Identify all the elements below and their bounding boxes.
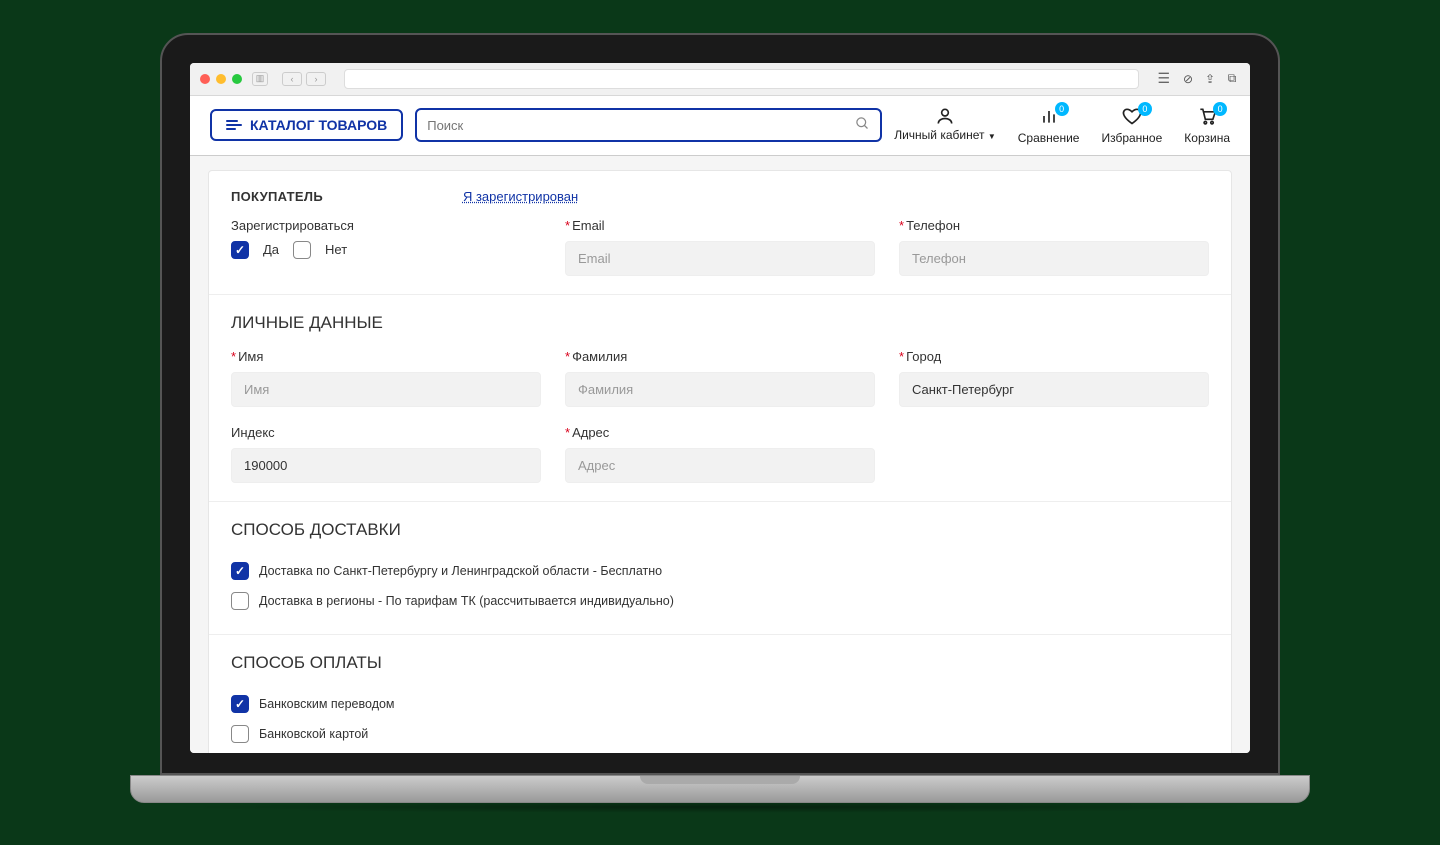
- yes-label: Да: [263, 242, 279, 257]
- favorites-label: Избранное: [1101, 131, 1162, 145]
- compare-label: Сравнение: [1018, 131, 1080, 145]
- cart-label: Корзина: [1184, 131, 1230, 145]
- chrome-right-icons: ⊘ ⇪ ⧉: [1180, 71, 1240, 87]
- register-no-checkbox[interactable]: [293, 241, 311, 259]
- address-label: *Адрес: [565, 425, 875, 440]
- account-link[interactable]: Личный кабинет ▼: [894, 106, 996, 142]
- payment-opt1-checkbox[interactable]: [231, 695, 249, 713]
- shield-icon[interactable]: ⊘: [1180, 71, 1196, 87]
- payment-option-2[interactable]: Банковской картой: [231, 719, 1209, 749]
- account-label: Личный кабинет: [894, 128, 984, 142]
- name-field[interactable]: [231, 372, 541, 407]
- buyer-section: ПОКУПАТЕЛЬ Я зарегистрирован Зарегистрир…: [209, 171, 1231, 295]
- browser-chrome: ▥ ‹ › ☰ ⊘ ⇪ ⧉: [190, 63, 1250, 96]
- compare-link[interactable]: 0 Сравнение: [1018, 106, 1080, 145]
- search-icon[interactable]: [855, 116, 870, 134]
- checkout-card: ПОКУПАТЕЛЬ Я зарегистрирован Зарегистрир…: [208, 170, 1232, 753]
- payment-section: СПОСОБ ОПЛАТЫ Банковским переводом Банко…: [209, 635, 1231, 753]
- delivery-section: СПОСОБ ДОСТАВКИ Доставка по Санкт-Петерб…: [209, 502, 1231, 635]
- favorites-badge: 0: [1138, 102, 1152, 116]
- zip-label: Индекс: [231, 425, 541, 440]
- name-label: *Имя: [231, 349, 541, 364]
- header-actions: Личный кабинет ▼ 0 Сравнение 0: [894, 106, 1230, 145]
- back-button[interactable]: ‹: [282, 72, 302, 86]
- delivery-opt2-label: Доставка в регионы - По тарифам ТК (расс…: [259, 594, 674, 608]
- sidebar-toggle-icon[interactable]: ▥: [252, 72, 268, 86]
- payment-opt2-label: Банковской картой: [259, 727, 368, 741]
- url-bar[interactable]: [344, 69, 1139, 89]
- email-field-group: *Email: [565, 218, 875, 276]
- minimize-window-icon[interactable]: [216, 74, 226, 84]
- search-box[interactable]: [415, 108, 882, 142]
- browser-nav: ‹ ›: [282, 72, 326, 86]
- register-field: Зарегистрироваться Да Нет: [231, 218, 541, 276]
- screen-bezel: ▥ ‹ › ☰ ⊘ ⇪ ⧉ КАТАЛОГ ТОВАРОВ: [160, 33, 1280, 775]
- screen: ▥ ‹ › ☰ ⊘ ⇪ ⧉ КАТАЛОГ ТОВАРОВ: [190, 63, 1250, 753]
- maximize-window-icon[interactable]: [232, 74, 242, 84]
- address-field[interactable]: [565, 448, 875, 483]
- phone-label: *Телефон: [899, 218, 1209, 233]
- surname-label: *Фамилия: [565, 349, 875, 364]
- surname-field[interactable]: [565, 372, 875, 407]
- delivery-option-1[interactable]: Доставка по Санкт-Петербургу и Ленинград…: [231, 556, 1209, 586]
- laptop-base: [130, 775, 1310, 803]
- delivery-opt1-checkbox[interactable]: [231, 562, 249, 580]
- cart-link[interactable]: 0 Корзина: [1184, 106, 1230, 145]
- delivery-option-2[interactable]: Доставка в регионы - По тарифам ТК (расс…: [231, 586, 1209, 616]
- phone-field[interactable]: [899, 241, 1209, 276]
- no-label: Нет: [325, 242, 347, 257]
- catalog-button[interactable]: КАТАЛОГ ТОВАРОВ: [210, 109, 403, 141]
- buyer-title: ПОКУПАТЕЛЬ: [231, 189, 323, 204]
- catalog-label: КАТАЛОГ ТОВАРОВ: [250, 117, 387, 133]
- delivery-opt1-label: Доставка по Санкт-Петербургу и Ленинград…: [259, 564, 662, 578]
- window-controls: [200, 74, 242, 84]
- user-icon: [935, 106, 955, 126]
- payment-option-1[interactable]: Банковским переводом: [231, 689, 1209, 719]
- favorites-link[interactable]: 0 Избранное: [1101, 106, 1162, 145]
- delivery-title: СПОСОБ ДОСТАВКИ: [231, 520, 1209, 540]
- payment-title: СПОСОБ ОПЛАТЫ: [231, 653, 1209, 673]
- forward-button[interactable]: ›: [306, 72, 326, 86]
- delivery-opt2-checkbox[interactable]: [231, 592, 249, 610]
- page-header: КАТАЛОГ ТОВАРОВ Личный кабинет ▼: [190, 96, 1250, 156]
- phone-field-group: *Телефон: [899, 218, 1209, 276]
- login-link[interactable]: Я зарегистрирован: [463, 189, 578, 204]
- laptop-frame: ▥ ‹ › ☰ ⊘ ⇪ ⧉ КАТАЛОГ ТОВАРОВ: [160, 33, 1280, 813]
- reader-icon[interactable]: ☰: [1157, 70, 1170, 87]
- personal-title: ЛИЧНЫЕ ДАННЫЕ: [231, 313, 1209, 333]
- personal-section: ЛИЧНЫЕ ДАННЫЕ *Имя *Фамилия *Г: [209, 295, 1231, 502]
- close-window-icon[interactable]: [200, 74, 210, 84]
- email-field[interactable]: [565, 241, 875, 276]
- payment-opt2-checkbox[interactable]: [231, 725, 249, 743]
- content-area: ПОКУПАТЕЛЬ Я зарегистрирован Зарегистрир…: [190, 156, 1250, 753]
- compare-badge: 0: [1055, 102, 1069, 116]
- cart-badge: 0: [1213, 102, 1227, 116]
- menu-icon: [226, 120, 242, 130]
- zip-field[interactable]: [231, 448, 541, 483]
- tabs-icon[interactable]: ⧉: [1224, 71, 1240, 87]
- city-field[interactable]: [899, 372, 1209, 407]
- register-yes-checkbox[interactable]: [231, 241, 249, 259]
- chevron-down-icon: ▼: [988, 132, 996, 141]
- city-label: *Город: [899, 349, 1209, 364]
- search-input[interactable]: [427, 118, 855, 133]
- email-label: *Email: [565, 218, 875, 233]
- share-icon[interactable]: ⇪: [1202, 71, 1218, 87]
- payment-opt1-label: Банковским переводом: [259, 697, 395, 711]
- register-label: Зарегистрироваться: [231, 218, 541, 233]
